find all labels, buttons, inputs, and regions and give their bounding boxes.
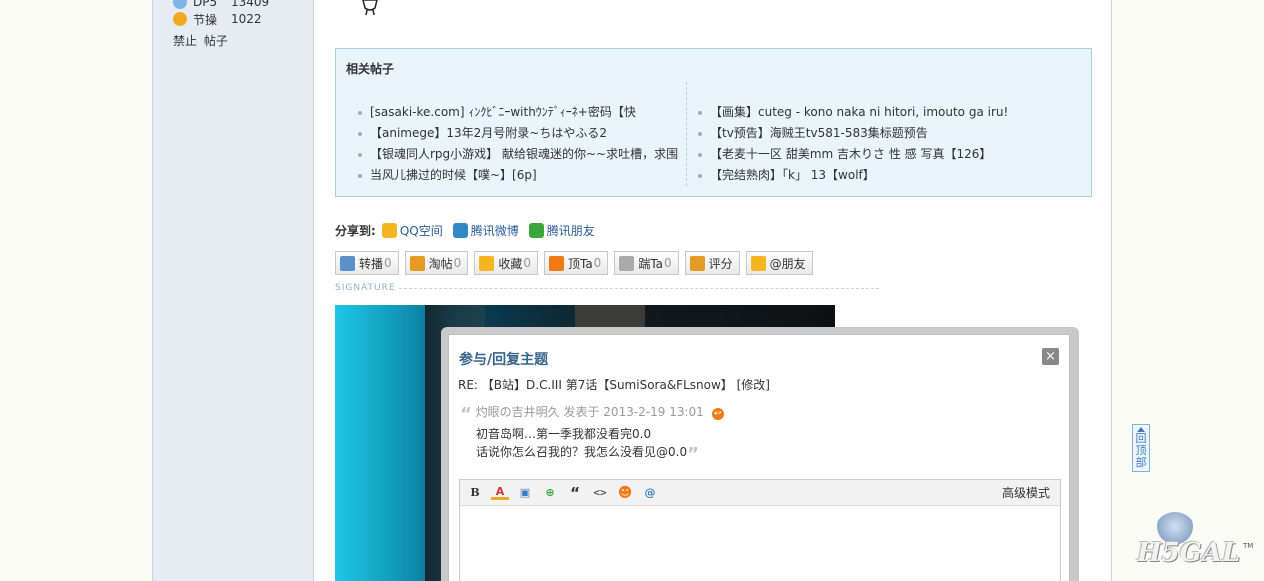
- downvote-count: 0: [664, 256, 672, 270]
- site-logo: H5GAL TM: [1135, 512, 1257, 578]
- quote-line: 初音岛啊…第一季我都没看完0.0: [476, 427, 652, 441]
- advanced-mode-link[interactable]: 高级模式: [1002, 484, 1050, 501]
- page-frame: DP5 13409 节操 1022 禁止 帖子 相关帖子 [sasaki-ke.…: [152, 0, 1112, 581]
- post-actions: 转播 0 淘帖 0 收藏 0 顶Ta 0 踹Ta 0 评分 @朋友: [335, 251, 819, 275]
- reply-subject: RE: 【B站】D.C.III 第7话【SumiSora&FLsnow】 [修改…: [458, 378, 770, 392]
- share-pengyou-label: 腾讯朋友: [546, 223, 595, 238]
- related-thread-link[interactable]: 【老麦十一区 甜美mm 吉木りさ 性 感 写真【126】: [696, 144, 1076, 165]
- favorite-label: 收藏: [498, 256, 523, 271]
- downvote-label: 踹Ta: [638, 256, 664, 271]
- collect-label: 淘帖: [428, 256, 453, 271]
- related-threads-title: 相关帖子: [346, 62, 395, 76]
- stat-label: 节操: [193, 12, 218, 27]
- stat-value: 13409: [231, 0, 270, 9]
- at-icon[interactable]: @: [641, 485, 659, 501]
- mention-friends-button[interactable]: @朋友: [745, 251, 813, 275]
- related-list-right: 【画集】cuteg - kono naka ni hitori, imouto …: [696, 102, 1076, 186]
- downvote-button[interactable]: 踹Ta 0: [614, 251, 679, 275]
- related-divider: [686, 82, 687, 186]
- upvote-count: 0: [593, 256, 602, 270]
- back-to-top-button[interactable]: 回 顶 部: [1132, 424, 1150, 472]
- stat-label: DP5: [193, 0, 218, 9]
- share-pengyou-link[interactable]: 腾讯朋友: [528, 222, 595, 239]
- upvote-button[interactable]: 顶Ta 0: [543, 251, 609, 275]
- mention-label: @朋友: [769, 256, 806, 271]
- signature-divider: [399, 288, 879, 289]
- share-bar: 分享到: QQ空间 腾讯微博 腾讯朋友: [335, 221, 605, 239]
- qzone-icon: [381, 222, 397, 238]
- pengyou-icon: [528, 222, 544, 238]
- star-icon: [173, 0, 187, 9]
- code-icon[interactable]: <>: [591, 485, 609, 501]
- logo-text: H5GAL: [1137, 538, 1241, 568]
- related-thread-link[interactable]: 【tv预告】海贼王tv581-583集标题预告: [696, 123, 1076, 144]
- share-qzone-link[interactable]: QQ空间: [381, 222, 443, 239]
- stat-value: 1022: [231, 12, 262, 26]
- collect-thread-button[interactable]: 淘帖 0: [404, 251, 469, 275]
- trademark-mark: TM: [1243, 542, 1254, 550]
- up-arrow-icon: [548, 255, 564, 271]
- collect-count: 0: [453, 256, 462, 270]
- reply-dialog: 参与/回复主题 × RE: 【B站】D.C.III 第7话【SumiSora&F…: [448, 334, 1070, 581]
- bold-icon[interactable]: B: [466, 485, 484, 501]
- rate-button[interactable]: 评分: [684, 251, 740, 275]
- link-icon[interactable]: ⊕: [541, 485, 559, 501]
- bulb-icon: [173, 12, 187, 26]
- back-to-top-char: 部: [1135, 456, 1147, 469]
- ban-link[interactable]: 禁止: [173, 34, 197, 48]
- related-threads-box: 相关帖子 [sasaki-ke.com] ｨﾝｸﾋﾞﾆｰwithｳﾝﾃﾞｨｰﾈ+…: [335, 48, 1092, 197]
- share-weibo-label: 腾讯微博: [470, 223, 519, 238]
- quote-line-text: 话说你怎么召我的？我怎么没看见@0.0: [476, 445, 688, 459]
- posts-link[interactable]: 帖子: [204, 34, 228, 48]
- forward-button[interactable]: 转播 0: [335, 251, 399, 275]
- forward-icon: [340, 255, 355, 271]
- forward-label: 转播: [359, 256, 384, 271]
- font-color-icon[interactable]: A: [491, 485, 509, 500]
- related-thread-link[interactable]: 【animege】13年2月号附录~ちはやふる2: [356, 123, 683, 144]
- quote-icon[interactable]: “: [566, 484, 584, 502]
- related-thread-link[interactable]: 当风儿拂过的时候【噗~】[6p]: [356, 165, 683, 186]
- down-arrow-icon: [619, 255, 635, 271]
- related-thread-link[interactable]: 【画集】cuteg - kono naka ni hitori, imouto …: [696, 102, 1076, 123]
- post-image-fragment: [362, 0, 378, 16]
- reply-editor: B A ▣ ⊕ “ <> ☻ @ 高级模式: [459, 479, 1061, 581]
- thumb-icon: [689, 255, 705, 271]
- friends-icon: [750, 255, 766, 271]
- signature-label: SIGNATURE: [335, 283, 396, 293]
- share-weibo-link[interactable]: 腾讯微博: [452, 222, 519, 239]
- smiley-icon[interactable]: ☻: [616, 485, 634, 501]
- share-label: 分享到:: [335, 223, 376, 238]
- favorite-button[interactable]: 收藏 0: [474, 251, 538, 275]
- rate-label: 评分: [708, 256, 733, 271]
- image-icon[interactable]: ▣: [516, 485, 534, 501]
- related-thread-link[interactable]: [sasaki-ke.com] ｨﾝｸﾋﾞﾆｰwithｳﾝﾃﾞｨｰﾈ+密码【快: [356, 102, 683, 123]
- open-quote-icon: “: [460, 404, 472, 425]
- star-icon: [479, 255, 495, 271]
- share-qzone-label: QQ空间: [399, 223, 443, 238]
- related-list-left: [sasaki-ke.com] ｨﾝｸﾋﾞﾆｰwithｳﾝﾃﾞｨｰﾈ+密码【快 …: [356, 102, 683, 186]
- quoted-post: “ 灼眼の吉井明久 发表于 2013-2-19 13:01 ↩ 初音岛啊…第一季…: [460, 403, 1020, 464]
- upvote-label: 顶Ta: [567, 256, 593, 271]
- close-button[interactable]: ×: [1042, 348, 1059, 365]
- close-quote-icon: ”: [687, 444, 699, 465]
- stat-row-jiecao: 节操 1022: [173, 10, 262, 28]
- reply-textarea[interactable]: [460, 506, 1060, 581]
- tencent-weibo-icon: [452, 222, 468, 238]
- editor-toolbar: B A ▣ ⊕ “ <> ☻ @ 高级模式: [460, 480, 1060, 506]
- user-actions: 禁止 帖子: [173, 32, 231, 49]
- quote-line: 话说你怎么召我的？我怎么没看见@0.0”: [460, 443, 1020, 464]
- quote-meta: 灼眼の吉井明久 发表于 2013-2-19 13:01: [475, 405, 704, 419]
- forward-count: 0: [384, 256, 392, 270]
- user-sidebar: DP5 13409 节操 1022 禁止 帖子: [153, 0, 314, 581]
- favorite-count: 0: [523, 256, 531, 270]
- return-post-icon[interactable]: ↩: [711, 408, 724, 420]
- dialog-title: 参与/回复主题: [459, 352, 549, 368]
- related-thread-link[interactable]: 【完结熟肉】「k」 13【wolf】: [696, 165, 1076, 186]
- collect-box-icon: [409, 255, 425, 271]
- related-thread-link[interactable]: 【银魂同人rpg小游戏】 献给银魂迷的你~~求吐槽，求围: [356, 144, 683, 165]
